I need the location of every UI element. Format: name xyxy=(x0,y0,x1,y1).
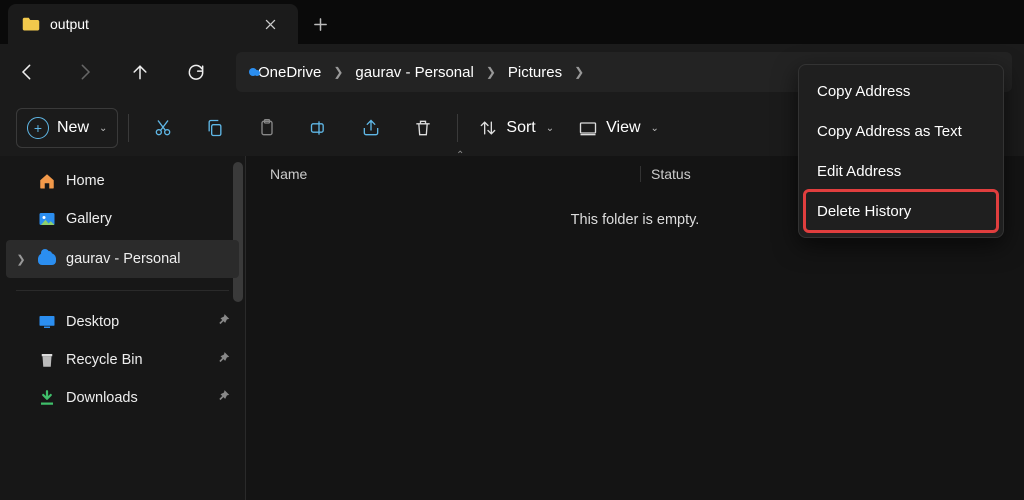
plus-circle-icon: + xyxy=(27,117,49,139)
ctx-edit-address[interactable]: Edit Address xyxy=(805,151,997,191)
ctx-label: Delete History xyxy=(817,203,911,220)
sidebar-item-label: Recycle Bin xyxy=(66,352,143,368)
gallery-icon xyxy=(38,210,56,228)
sidebar-item-recyclebin[interactable]: Recycle Bin xyxy=(0,341,245,379)
column-label: Name xyxy=(270,166,307,182)
sort-label: Sort xyxy=(506,119,535,137)
new-button[interactable]: + New ⌄ xyxy=(16,108,118,148)
expand-icon[interactable]: ❯ xyxy=(14,253,28,266)
sidebar-item-personal[interactable]: ❯ gaurav - Personal xyxy=(6,240,239,278)
new-tab-button[interactable] xyxy=(298,4,342,44)
cut-button[interactable] xyxy=(139,108,187,148)
rename-button[interactable] xyxy=(295,108,343,148)
ctx-copy-address-text[interactable]: Copy Address as Text xyxy=(805,111,997,151)
crumb-label: gaurav - Personal xyxy=(355,64,473,81)
crumb-onedrive[interactable]: OneDrive xyxy=(252,60,327,85)
sidebar-item-label: Gallery xyxy=(66,211,112,227)
share-button[interactable] xyxy=(347,108,395,148)
tab-bar: output xyxy=(0,0,1024,44)
sidebar-item-home[interactable]: Home xyxy=(0,162,245,200)
crumb-personal[interactable]: gaurav - Personal xyxy=(349,60,479,85)
chevron-down-icon: ⌄ xyxy=(99,123,107,134)
folder-icon xyxy=(22,17,40,31)
sidebar-item-label: gaurav - Personal xyxy=(66,251,180,267)
onedrive-icon xyxy=(38,250,56,268)
pin-icon[interactable] xyxy=(217,313,231,331)
refresh-button[interactable] xyxy=(168,44,224,100)
crumb-pictures[interactable]: Pictures xyxy=(502,60,568,85)
ctx-label: Copy Address as Text xyxy=(817,123,962,140)
ctx-label: Copy Address xyxy=(817,83,910,100)
copy-button[interactable] xyxy=(191,108,239,148)
column-label: Status xyxy=(651,166,691,182)
chevron-right-icon[interactable]: ❯ xyxy=(333,65,343,79)
ctx-delete-history[interactable]: Delete History xyxy=(805,191,997,231)
view-button[interactable]: View ⌄ xyxy=(568,108,669,148)
sidebar-item-label: Home xyxy=(66,173,105,189)
ctx-label: Edit Address xyxy=(817,163,901,180)
collapse-icon[interactable]: ⌃ xyxy=(456,150,464,161)
paste-button[interactable] xyxy=(243,108,291,148)
sidebar-item-desktop[interactable]: Desktop xyxy=(0,303,245,341)
chevron-right-icon[interactable]: ❯ xyxy=(574,65,584,79)
pin-icon[interactable] xyxy=(217,351,231,369)
column-name[interactable]: Name xyxy=(270,166,640,182)
downloads-icon xyxy=(38,389,56,407)
sort-button[interactable]: Sort ⌄ xyxy=(468,108,564,148)
crumb-label: Pictures xyxy=(508,64,562,81)
ctx-copy-address[interactable]: Copy Address xyxy=(805,71,997,111)
chevron-down-icon: ⌄ xyxy=(651,123,659,134)
close-icon[interactable] xyxy=(256,10,284,38)
file-explorer-window: output OneDrive ❯ gaurav - Personal ❯ xyxy=(0,0,1024,500)
chevron-right-icon[interactable]: ❯ xyxy=(486,65,496,79)
sidebar-item-gallery[interactable]: Gallery xyxy=(0,200,245,238)
sidebar: Home Gallery ❯ gaurav - Personal D xyxy=(0,156,246,500)
tab-output[interactable]: output xyxy=(8,4,298,44)
view-label: View xyxy=(606,119,640,137)
crumb-label: OneDrive xyxy=(258,64,321,81)
chevron-down-icon: ⌄ xyxy=(546,123,554,134)
up-button[interactable] xyxy=(112,44,168,100)
new-label: New xyxy=(57,119,89,137)
sidebar-item-label: Downloads xyxy=(66,390,138,406)
delete-button[interactable] xyxy=(399,108,447,148)
sidebar-item-label: Desktop xyxy=(66,314,119,330)
pin-icon[interactable] xyxy=(217,389,231,407)
forward-button[interactable] xyxy=(56,44,112,100)
home-icon xyxy=(38,172,56,190)
desktop-icon xyxy=(38,313,56,331)
recycle-bin-icon xyxy=(38,351,56,369)
tab-title: output xyxy=(50,16,246,32)
separator xyxy=(128,114,129,142)
separator xyxy=(16,290,229,291)
back-button[interactable] xyxy=(0,44,56,100)
separator xyxy=(457,114,458,142)
address-context-menu: Copy Address Copy Address as Text Edit A… xyxy=(798,64,1004,238)
sidebar-item-downloads[interactable]: Downloads xyxy=(0,379,245,417)
